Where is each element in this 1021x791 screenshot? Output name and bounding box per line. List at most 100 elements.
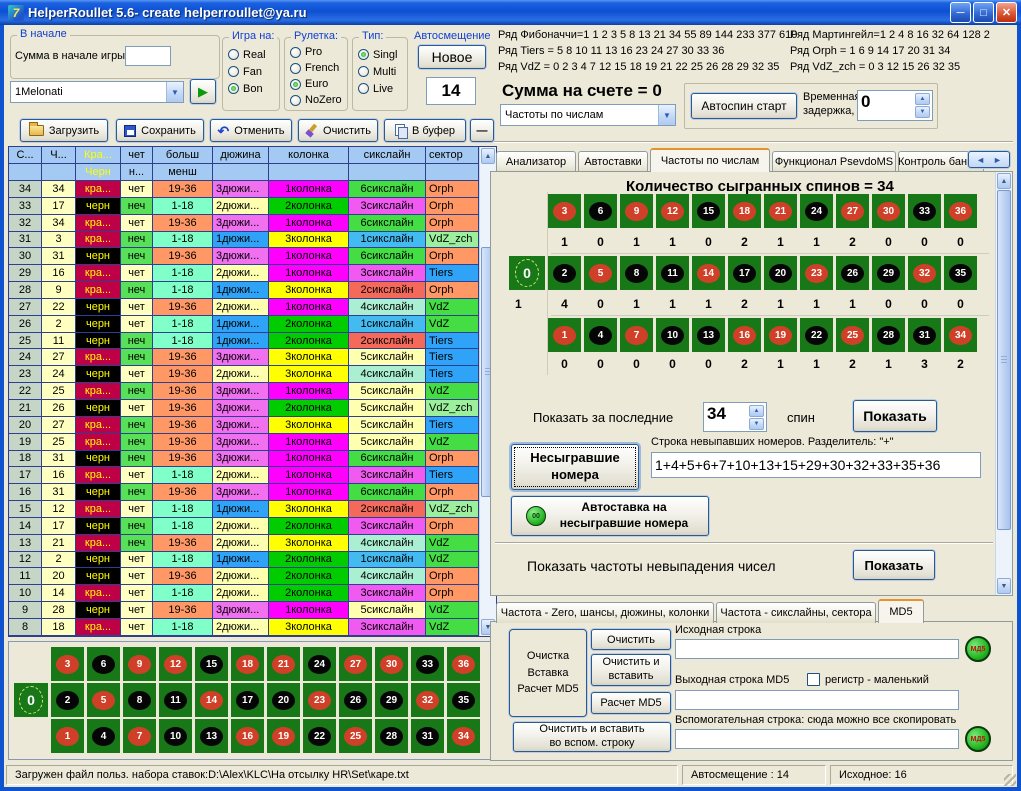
new-button[interactable]: Новое — [418, 45, 486, 69]
history-cell[interactable]: 5сикслайн — [349, 417, 426, 434]
autobet-missed-button[interactable]: 00 Автоставка на несыгравшие номера — [511, 496, 709, 536]
roulette-number-cell[interactable]: 25 — [836, 318, 869, 352]
history-cell[interactable]: 6сикслайн — [349, 451, 426, 468]
md5-clear-paste-aux-button[interactable]: Очистить и вставить во вспом. строку — [513, 722, 671, 752]
preset-combo[interactable]: 1Melonati ▼ — [10, 81, 184, 103]
history-cell[interactable]: неч — [121, 484, 153, 501]
history-cell[interactable]: Orph — [426, 248, 479, 265]
radio-nozero[interactable]: NoZero — [290, 92, 342, 108]
history-cell[interactable]: 17 — [42, 518, 76, 535]
history-cell[interactable]: 3дюжи... — [213, 181, 269, 198]
history-cell[interactable]: неч — [121, 383, 153, 400]
tab-md5[interactable]: MD5 — [878, 599, 924, 623]
resize-grip[interactable] — [1004, 774, 1016, 786]
history-header-cell[interactable]: колонка — [269, 147, 349, 164]
history-cell[interactable]: чет — [121, 215, 153, 232]
history-cell[interactable]: 19-36 — [153, 602, 213, 619]
history-cell[interactable]: 2колонка — [269, 400, 349, 417]
roulette-number-cell[interactable]: 5 — [87, 683, 120, 717]
history-cell[interactable]: 1колонка — [269, 215, 349, 232]
history-cell[interactable]: чет — [121, 400, 153, 417]
history-cell[interactable]: 3дюжи... — [213, 417, 269, 434]
history-cell[interactable]: 17 — [42, 198, 76, 215]
roulette-number-cell[interactable]: 32 — [411, 683, 444, 717]
history-cell[interactable]: кра... — [76, 434, 121, 451]
history-cell[interactable]: VdZ_zch — [426, 501, 479, 518]
history-cell[interactable]: VdZ — [426, 535, 479, 552]
history-cell[interactable]: 1колонка — [269, 434, 349, 451]
close-button[interactable]: ✕ — [996, 2, 1017, 23]
spin-down-icon[interactable]: ▼ — [749, 418, 764, 430]
history-cell[interactable]: 19-36 — [153, 299, 213, 316]
history-cell[interactable]: 20 — [9, 417, 42, 434]
history-cell[interactable]: чет — [121, 602, 153, 619]
history-cell[interactable]: черн — [76, 333, 121, 350]
history-cell[interactable]: неч — [121, 451, 153, 468]
radio-french[interactable]: French — [290, 60, 342, 76]
roulette-number-cell[interactable]: 7 — [123, 719, 156, 753]
history-cell[interactable]: кра... — [76, 282, 121, 299]
history-cell[interactable]: Tiers — [426, 333, 479, 350]
roulette-number-cell[interactable]: 16 — [728, 318, 761, 352]
history-cell[interactable]: 12 — [42, 501, 76, 518]
tab-analyzer[interactable]: Анализатор — [496, 151, 576, 172]
roulette-number-cell[interactable]: 12 — [656, 194, 689, 228]
history-cell[interactable]: 1-18 — [153, 232, 213, 249]
history-cell[interactable]: чет — [121, 568, 153, 585]
minimize-button[interactable]: ─ — [950, 2, 971, 23]
history-cell[interactable]: кра... — [76, 265, 121, 282]
history-cell[interactable]: 3колонка — [269, 282, 349, 299]
roulette-number-cell[interactable]: 10 — [159, 719, 192, 753]
missed-numbers-input[interactable] — [651, 452, 981, 478]
roulette-number-cell[interactable]: 21 — [267, 647, 300, 681]
roulette-number-cell[interactable]: 30 — [375, 647, 408, 681]
history-cell[interactable]: 2колонка — [269, 518, 349, 535]
history-cell[interactable]: 2дюжи... — [213, 568, 269, 585]
history-header-cell[interactable] — [42, 164, 76, 181]
history-cell[interactable]: 19-36 — [153, 417, 213, 434]
history-cell[interactable]: 1дюжи... — [213, 282, 269, 299]
roulette-number-cell[interactable]: 24 — [303, 647, 336, 681]
history-cell[interactable]: Orph — [426, 282, 479, 299]
history-cell[interactable]: 3дюжи... — [213, 215, 269, 232]
history-cell[interactable]: 3колонка — [269, 349, 349, 366]
missed-numbers-button[interactable]: Несыгравшие номера — [511, 444, 639, 490]
roulette-number-cell[interactable]: 9 — [620, 194, 653, 228]
title-bar[interactable]: 7 HelperRoullet 5.6- create helperroulle… — [0, 0, 1021, 25]
roulette-number-cell[interactable]: 4 — [584, 318, 617, 352]
history-cell[interactable]: кра... — [76, 232, 121, 249]
history-cell[interactable]: 24 — [9, 349, 42, 366]
md5-clear-button[interactable]: Очистить — [591, 629, 671, 650]
history-cell[interactable]: 29 — [9, 265, 42, 282]
history-cell[interactable]: 5сикслайн — [349, 400, 426, 417]
tab-scroll-right-icon[interactable]: ► — [993, 155, 1002, 165]
radio-live[interactable]: Live — [358, 80, 397, 97]
maximize-button[interactable]: □ — [973, 2, 994, 23]
history-cell[interactable]: неч — [121, 248, 153, 265]
roulette-number-cell[interactable]: 30 — [872, 194, 905, 228]
history-header-cell[interactable]: Черн — [76, 164, 121, 181]
tab-psevdoms[interactable]: Функционал PsevdoMS — [772, 151, 896, 172]
run-preset-button[interactable]: ▶ — [190, 79, 216, 104]
history-cell[interactable]: Orph — [426, 451, 479, 468]
history-cell[interactable]: VdZ_zch — [426, 400, 479, 417]
history-cell[interactable]: 19-36 — [153, 451, 213, 468]
history-cell[interactable]: черн — [76, 299, 121, 316]
history-cell[interactable]: 27 — [9, 299, 42, 316]
scrollbar-thumb[interactable] — [997, 190, 1011, 530]
history-cell[interactable]: чет — [121, 467, 153, 484]
md5-aux-input[interactable] — [675, 729, 959, 749]
radio-euro[interactable]: Euro — [290, 76, 342, 92]
history-cell[interactable]: 3сикслайн — [349, 518, 426, 535]
history-cell[interactable]: 26 — [42, 400, 76, 417]
show-last-input[interactable]: 34 ▲ ▼ — [703, 402, 767, 432]
chevron-down-icon[interactable]: ▼ — [658, 105, 675, 125]
history-cell[interactable]: 1дюжи... — [213, 232, 269, 249]
delay-input[interactable]: 0 ▲ ▼ — [857, 90, 933, 121]
roulette-number-cell[interactable]: 1 — [51, 719, 84, 753]
history-cell[interactable]: 2дюжи... — [213, 619, 269, 636]
history-cell[interactable]: 2сикслайн — [349, 333, 426, 350]
roulette-number-cell[interactable]: 33 — [908, 194, 941, 228]
roulette-number-cell[interactable]: 29 — [872, 256, 905, 290]
roulette-number-cell[interactable]: 27 — [836, 194, 869, 228]
